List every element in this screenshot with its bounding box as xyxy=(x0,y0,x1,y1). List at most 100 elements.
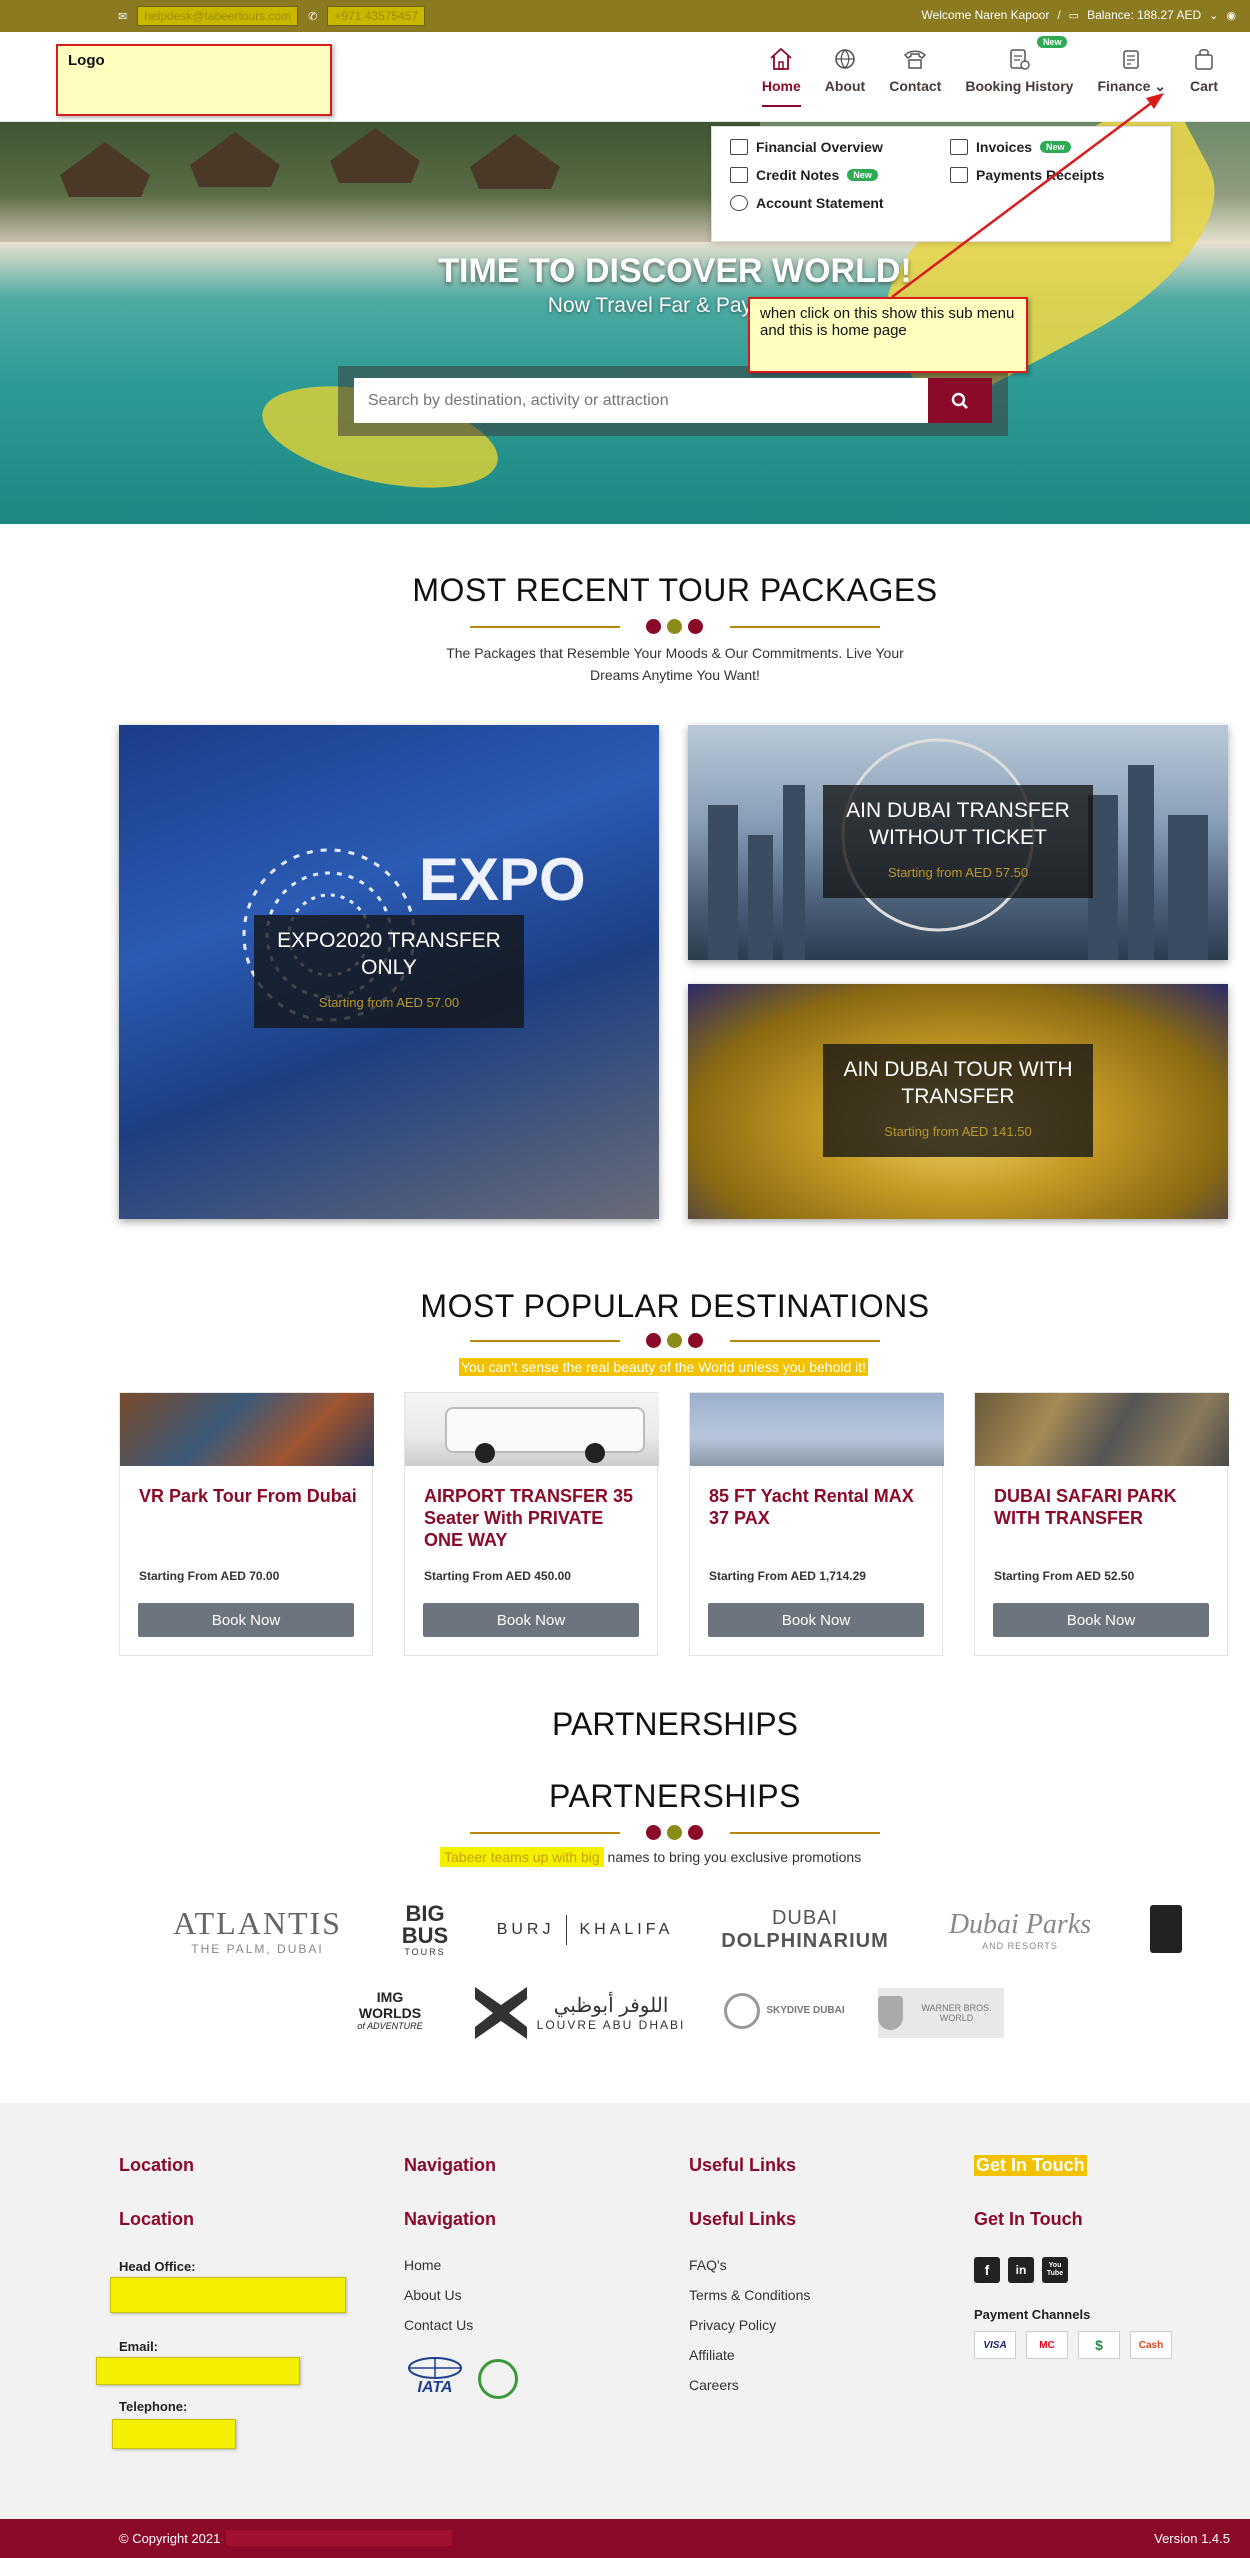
partner-logo-dubai-parks[interactable]: Dubai Parks AND RESORTS xyxy=(925,1900,1115,1960)
nav-about[interactable]: About xyxy=(813,46,877,95)
nav-finance[interactable]: Finance ⌄ xyxy=(1085,46,1178,95)
destination-price: Starting From AED 450.00 xyxy=(424,1569,571,1583)
menu-financial-overview[interactable]: Financial Overview xyxy=(730,139,950,155)
partner-logo-skydive[interactable]: SKYDIVE DUBAI xyxy=(722,1988,847,2033)
facebook-icon[interactable]: f xyxy=(974,2257,1000,2283)
menu-invoices[interactable]: Invoices New xyxy=(950,139,1170,155)
partnerships-desc-rest: names to bring you exclusive promotions xyxy=(603,1849,862,1865)
partner-logo-book[interactable] xyxy=(1150,1905,1182,1953)
balance-text[interactable]: Balance: 188.27 AED xyxy=(1087,8,1201,22)
chevron-down-icon[interactable]: ⌄ xyxy=(1209,9,1218,22)
topbar-account: Welcome Naren Kapoor / ▭ Balance: 188.27… xyxy=(921,8,1236,22)
package-price: Starting from AED 57.00 xyxy=(318,995,460,1010)
img-worlds-sub: of ADVENTURE xyxy=(357,2021,423,2031)
menu-account-statement[interactable]: Account Statement xyxy=(730,195,950,211)
nav-cart-label: Cart xyxy=(1189,78,1218,94)
email-label: Email: xyxy=(119,2339,159,2354)
book-now-button[interactable]: Book Now xyxy=(708,1603,924,1637)
partner-logo-dolphinarium[interactable]: DUBAI DOLPHINARIUM xyxy=(710,1900,900,1960)
package-caption: AIN DUBAI TRANSFER WITHOUT TICKET Starti… xyxy=(823,785,1093,898)
top-bar: ✉ helpdesk@tabeertours.com ✆ +971 435754… xyxy=(0,0,1250,32)
footer-link-home[interactable]: Home xyxy=(404,2257,441,2273)
dolphin-bottom: DOLPHINARIUM xyxy=(721,1930,889,1952)
phone-icon: ✆ xyxy=(308,10,318,23)
footer-link-privacy[interactable]: Privacy Policy xyxy=(689,2317,776,2333)
partner-logo-burj-khalifa[interactable]: BURJ KHALIFA xyxy=(497,1910,670,1950)
destination-price: Starting From AED 70.00 xyxy=(139,1569,280,1583)
youtube-icon[interactable]: You Tube xyxy=(1042,2257,1068,2283)
atlantis-text: ATLANTIS xyxy=(173,1904,342,1941)
bigbus-text: BIG BUS xyxy=(401,1901,449,1948)
destination-name[interactable]: VR Park Tour From Dubai xyxy=(139,1485,359,1507)
footer-navigation-heading: Navigation xyxy=(404,2209,497,2229)
partner-logo-img-worlds[interactable]: IMG WORLDS of ADVENTURE xyxy=(345,1985,435,2035)
package-card-ain-dubai-tour[interactable]: AIN DUBAI TOUR WITH TRANSFER Starting fr… xyxy=(688,984,1228,1219)
dubai-parks-text: Dubai Parks xyxy=(948,1909,1092,1940)
partner-logo-louvre[interactable]: اللوفر أبوظبي LOUVRE ABU DHABI xyxy=(470,1985,690,2040)
partner-logo-warner-bros[interactable]: WARNER BROS. WORLD xyxy=(878,1988,1004,2038)
bottom-bar: © Copyright 2021 Version 1.4.5 xyxy=(0,2519,1250,2558)
destination-name[interactable]: AIRPORT TRANSFER 35 Seater With PRIVATE … xyxy=(424,1485,644,1551)
linkedin-icon[interactable]: in xyxy=(1008,2257,1034,2283)
destination-name[interactable]: DUBAI SAFARI PARK WITH TRANSFER xyxy=(994,1485,1214,1529)
louvre-arabic: اللوفر أبوظبي xyxy=(553,1995,669,2017)
finance-icon xyxy=(1122,50,1139,69)
footer-link-careers[interactable]: Careers xyxy=(689,2377,739,2393)
receipt-icon xyxy=(950,167,968,183)
package-card-ain-dubai-transfer[interactable]: AIN DUBAI TRANSFER WITHOUT TICKET Starti… xyxy=(688,725,1228,960)
email-value-redacted xyxy=(96,2357,300,2385)
nav-finance-label: Finance ⌄ xyxy=(1097,78,1166,95)
footer-link-contact[interactable]: Contact Us xyxy=(404,2317,473,2333)
destination-card[interactable]: VR Park Tour From Dubai Starting From AE… xyxy=(119,1392,374,1656)
hero-background-image xyxy=(0,122,760,242)
footer-link-about[interactable]: About Us xyxy=(404,2287,462,2303)
destination-image xyxy=(690,1393,944,1466)
partnerships-ghost-title: PARTNERSHIPS xyxy=(552,1706,798,1736)
destination-card[interactable]: DUBAI SAFARI PARK WITH TRANSFER Starting… xyxy=(974,1392,1229,1656)
destination-card[interactable]: 85 FT Yacht Rental MAX 37 PAX Starting F… xyxy=(689,1392,944,1656)
destination-name[interactable]: 85 FT Yacht Rental MAX 37 PAX xyxy=(709,1485,929,1529)
destination-image xyxy=(120,1393,374,1466)
expo-text: EXPO xyxy=(419,846,586,913)
footer-location-heading-duplicate: Location xyxy=(119,2155,194,2175)
destination-image xyxy=(405,1393,659,1466)
nav-cart[interactable]: Cart xyxy=(1178,46,1230,95)
menu-invoices-label: Invoices xyxy=(976,139,1033,155)
hero-search xyxy=(338,366,1008,436)
book-now-button[interactable]: Book Now xyxy=(993,1603,1209,1637)
louvre-text: LOUVRE ABU DHABI xyxy=(536,2018,686,2032)
destination-card[interactable]: AIRPORT TRANSFER 35 Seater With PRIVATE … xyxy=(404,1392,659,1656)
book-now-button[interactable]: Book Now xyxy=(138,1603,354,1637)
nav-booking-history[interactable]: New Booking History xyxy=(953,36,1085,95)
nav-contact[interactable]: Contact xyxy=(877,46,953,95)
search-button[interactable] xyxy=(928,378,992,423)
finance-submenu: Financial Overview Invoices New Credit N… xyxy=(711,126,1171,242)
footer-link-terms[interactable]: Terms & Conditions xyxy=(689,2287,810,2303)
book-now-button[interactable]: Book Now xyxy=(423,1603,639,1637)
package-name: AIN DUBAI TRANSFER WITHOUT TICKET xyxy=(846,799,1070,849)
topbar-phone[interactable]: +971 43575457 xyxy=(327,6,426,26)
head-office-label: Head Office: xyxy=(119,2259,196,2274)
menu-account-statement-label: Account Statement xyxy=(756,195,884,211)
globe-icon xyxy=(408,2357,462,2379)
partner-logo-big-bus[interactable]: BIG BUS TOURS xyxy=(385,1900,465,1960)
footer-link-faqs[interactable]: FAQ's xyxy=(689,2257,727,2273)
topbar-email[interactable]: helpdesk@tabeertours.com xyxy=(137,6,299,26)
package-caption: AIN DUBAI TOUR WITH TRANSFER Starting fr… xyxy=(823,1044,1093,1157)
package-price: Starting from AED 141.50 xyxy=(884,1124,1032,1139)
partnerships-ghost-title-wrap: PARTNERSHIPS xyxy=(0,1706,1250,1736)
chevron-down-icon: ⌄ xyxy=(1154,78,1166,94)
destinations-divider xyxy=(470,1331,880,1351)
package-card-expo[interactable]: EXPO EXPO2020 TRANSFER ONLY Starting fro… xyxy=(119,725,659,1219)
footer-link-affiliate[interactable]: Affiliate xyxy=(689,2347,735,2363)
partner-logo-atlantis[interactable]: ATLANTIS THE PALM, DUBAI xyxy=(155,1900,360,1960)
hut-shape xyxy=(190,132,280,187)
menu-payments-receipts-label: Payments Receipts xyxy=(976,167,1105,183)
logo-placeholder-note[interactable]: Logo xyxy=(56,44,332,116)
atlantis-sub: THE PALM, DUBAI xyxy=(191,1941,324,1956)
search-input[interactable] xyxy=(354,378,928,423)
user-icon[interactable]: ◉ xyxy=(1226,9,1236,22)
menu-credit-notes[interactable]: Credit Notes New xyxy=(730,167,950,183)
menu-payments-receipts[interactable]: Payments Receipts xyxy=(950,167,1170,183)
nav-home[interactable]: Home xyxy=(750,46,813,107)
